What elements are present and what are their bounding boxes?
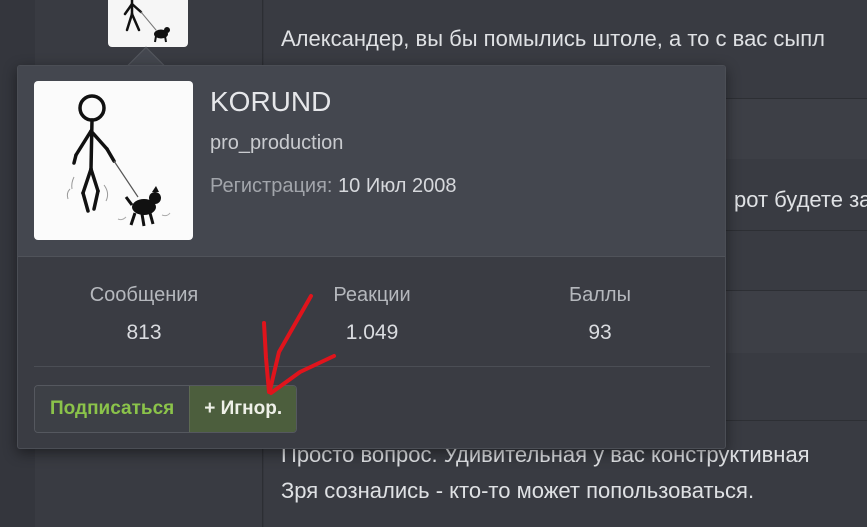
post-text-line: Зря сознались - кто-то может попользоват… — [281, 478, 755, 503]
registration-label: Регистрация: — [210, 175, 333, 197]
stat-label: Реакции — [333, 284, 411, 306]
stat-value: 1.049 — [345, 321, 399, 344]
stat-label: Сообщения — [89, 284, 199, 306]
post-text-line: рот будете за — [734, 187, 867, 212]
stats-divider — [34, 366, 710, 367]
stat-reactions: Реакции 1.049 — [272, 284, 472, 345]
member-user-title: pro_production — [210, 132, 344, 154]
member-avatar[interactable] — [34, 81, 193, 240]
stat-value: 813 — [126, 321, 162, 344]
stick-figure-walking-dog-icon — [66, 94, 171, 227]
member-registration: Регистрация: 10 Июл 2008 — [210, 175, 457, 198]
stick-figure-icon — [123, 0, 170, 43]
stat-value: 93 — [588, 321, 612, 344]
member-actions: Подписаться + Игнор. — [34, 385, 298, 433]
registration-date: 10 Июл 2008 — [338, 175, 457, 197]
stat-points: Баллы 93 — [500, 284, 700, 345]
member-tooltip-header: KORUND pro_production Регистрация: 10 Ию… — [18, 66, 725, 257]
member-username[interactable]: KORUND — [210, 86, 331, 118]
member-tooltip-card: KORUND pro_production Регистрация: 10 Ию… — [17, 65, 726, 449]
post-text-line: Александер, вы бы помылись штоле, а то с… — [281, 26, 825, 51]
post-author-avatar[interactable] — [108, 0, 188, 47]
stat-label: Баллы — [569, 284, 631, 306]
ignore-button[interactable]: + Игнор. — [189, 386, 297, 432]
stat-messages: Сообщения 813 — [44, 284, 244, 345]
follow-button[interactable]: Подписаться — [35, 386, 190, 432]
